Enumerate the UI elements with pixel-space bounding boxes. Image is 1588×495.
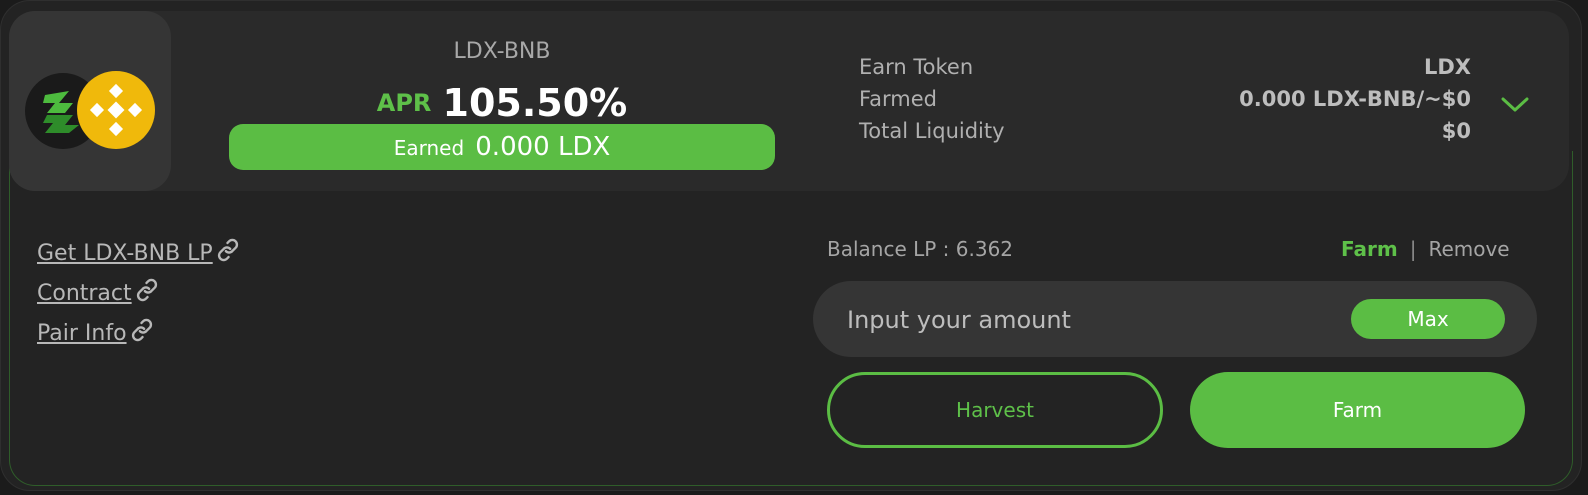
stat-value: 0.000 LDX-BNB/~$0 xyxy=(1239,87,1471,111)
mode-tabs: Farm | Remove xyxy=(1341,237,1510,261)
max-button[interactable]: Max xyxy=(1351,299,1505,339)
farm-stats: Earn Token LDX Farmed 0.000 LDX-BNB/~$0 … xyxy=(859,55,1471,151)
contract-link[interactable]: Contract xyxy=(37,277,241,317)
lp-balance: Balance LP : 6.362 xyxy=(827,237,1014,261)
tab-remove[interactable]: Remove xyxy=(1428,237,1509,261)
apr-value: 105.50% xyxy=(442,81,628,125)
earned-label: Earned xyxy=(393,136,465,160)
pair-info-link-label: Pair Info xyxy=(37,321,127,346)
bnb-token-icon xyxy=(77,71,155,149)
stat-label: Earn Token xyxy=(859,55,974,79)
pair-title: LDX-BNB xyxy=(453,39,551,64)
chevron-up-icon[interactable] xyxy=(1499,93,1531,115)
farm-card: LDX-BNB APR 105.50% Earned 0.000 LDX Ear… xyxy=(0,0,1582,491)
stat-label: Total Liquidity xyxy=(859,119,1005,143)
apr-row: APR 105.50% xyxy=(229,81,775,125)
amount-input[interactable] xyxy=(845,299,1329,341)
harvest-button[interactable]: Harvest xyxy=(827,372,1163,448)
get-lp-link-label: Get LDX-BNB LP xyxy=(37,241,213,266)
earned-badge: Earned 0.000 LDX xyxy=(229,124,775,170)
amount-field: Max xyxy=(813,281,1537,357)
link-icon xyxy=(131,318,152,342)
stat-earn-token: Earn Token LDX xyxy=(859,55,1471,87)
earned-value: 0.000 LDX xyxy=(475,132,611,162)
get-lp-link[interactable]: Get LDX-BNB LP xyxy=(37,237,241,277)
farm-header[interactable]: LDX-BNB APR 105.50% Earned 0.000 LDX Ear… xyxy=(9,11,1569,191)
link-icon xyxy=(217,238,238,262)
stat-value: LDX xyxy=(1423,55,1471,79)
farm-button[interactable]: Farm xyxy=(1190,372,1525,448)
pair-logo xyxy=(9,11,171,191)
apr-label: APR xyxy=(376,89,432,117)
pair-info-link[interactable]: Pair Info xyxy=(37,317,241,357)
stat-value: $0 xyxy=(1441,119,1471,143)
link-icon xyxy=(136,278,157,302)
contract-link-label: Contract xyxy=(37,281,132,306)
stat-farmed: Farmed 0.000 LDX-BNB/~$0 xyxy=(859,87,1471,119)
stat-total-liquidity: Total Liquidity $0 xyxy=(859,119,1471,151)
tab-separator: | xyxy=(1409,237,1417,261)
stat-label: Farmed xyxy=(859,87,937,111)
farm-links: Get LDX-BNB LP Contract Pair Info xyxy=(37,237,241,357)
tab-farm[interactable]: Farm xyxy=(1341,237,1398,261)
